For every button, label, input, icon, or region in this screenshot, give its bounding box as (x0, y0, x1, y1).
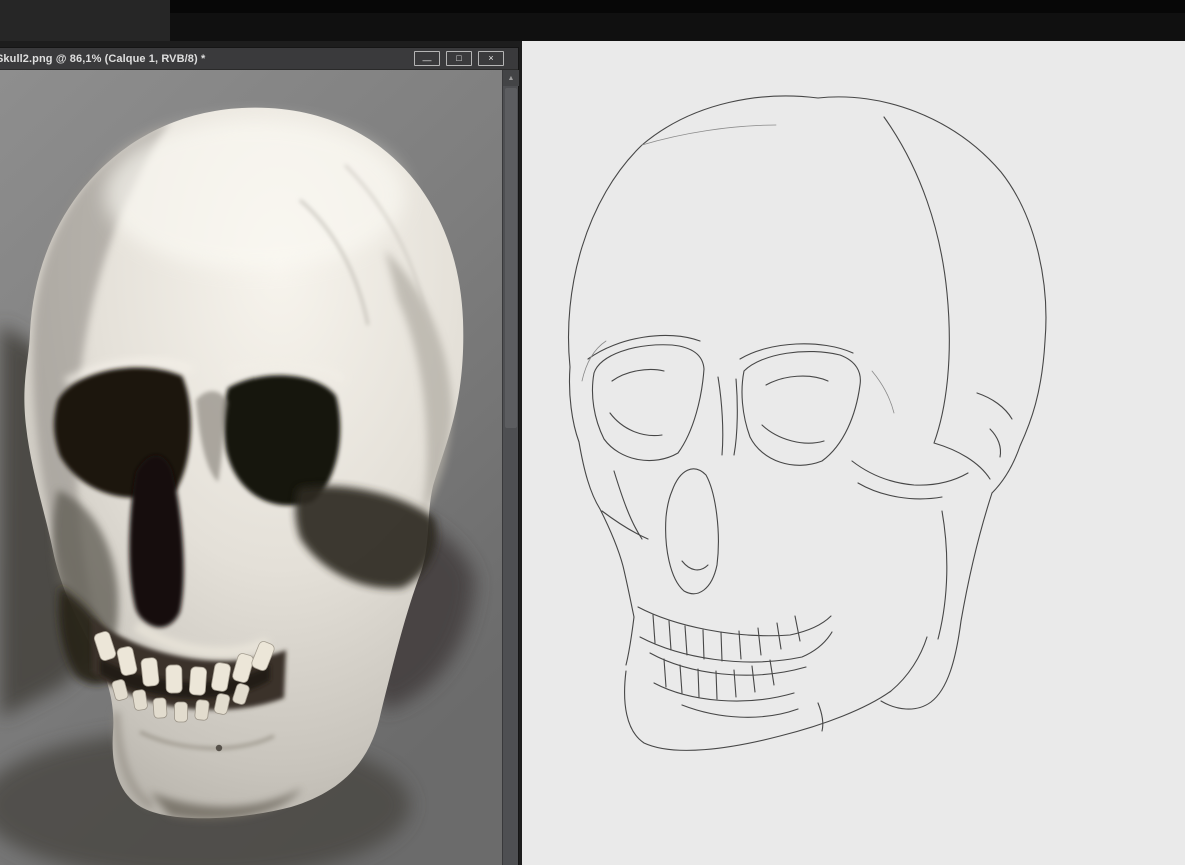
document-window: Skull2.png @ 86,1% (Calque 1, RVB/8) * —… (0, 48, 518, 865)
scroll-up-button[interactable]: ▲ (503, 70, 519, 86)
up-arrow-icon: ▲ (508, 75, 515, 82)
reference-image-viewport[interactable]: ▲ (0, 70, 518, 865)
scrollbar-thumb[interactable] (505, 88, 517, 428)
window-controls: — □ × (414, 51, 504, 66)
minimize-icon: — (423, 56, 432, 65)
reference-skull-image (0, 70, 502, 865)
maximize-icon: □ (456, 54, 461, 63)
close-icon: × (488, 54, 493, 63)
menu-bar-region (0, 0, 170, 41)
window-top-strip-lower (170, 13, 1185, 41)
close-button[interactable]: × (478, 51, 504, 66)
window-top-strip (170, 0, 1185, 13)
drawing-canvas[interactable] (522, 41, 1185, 865)
photoshop-screen: Skull2.png @ 86,1% (Calque 1, RVB/8) * —… (0, 0, 1185, 865)
document-titlebar[interactable]: Skull2.png @ 86,1% (Calque 1, RVB/8) * —… (0, 48, 518, 70)
document-title: Skull2.png @ 86,1% (Calque 1, RVB/8) * (0, 53, 205, 65)
skull-sketch-drawing (522, 41, 1185, 865)
vertical-scrollbar[interactable]: ▲ (502, 70, 518, 865)
maximize-button[interactable]: □ (446, 51, 472, 66)
minimize-button[interactable]: — (414, 51, 440, 66)
